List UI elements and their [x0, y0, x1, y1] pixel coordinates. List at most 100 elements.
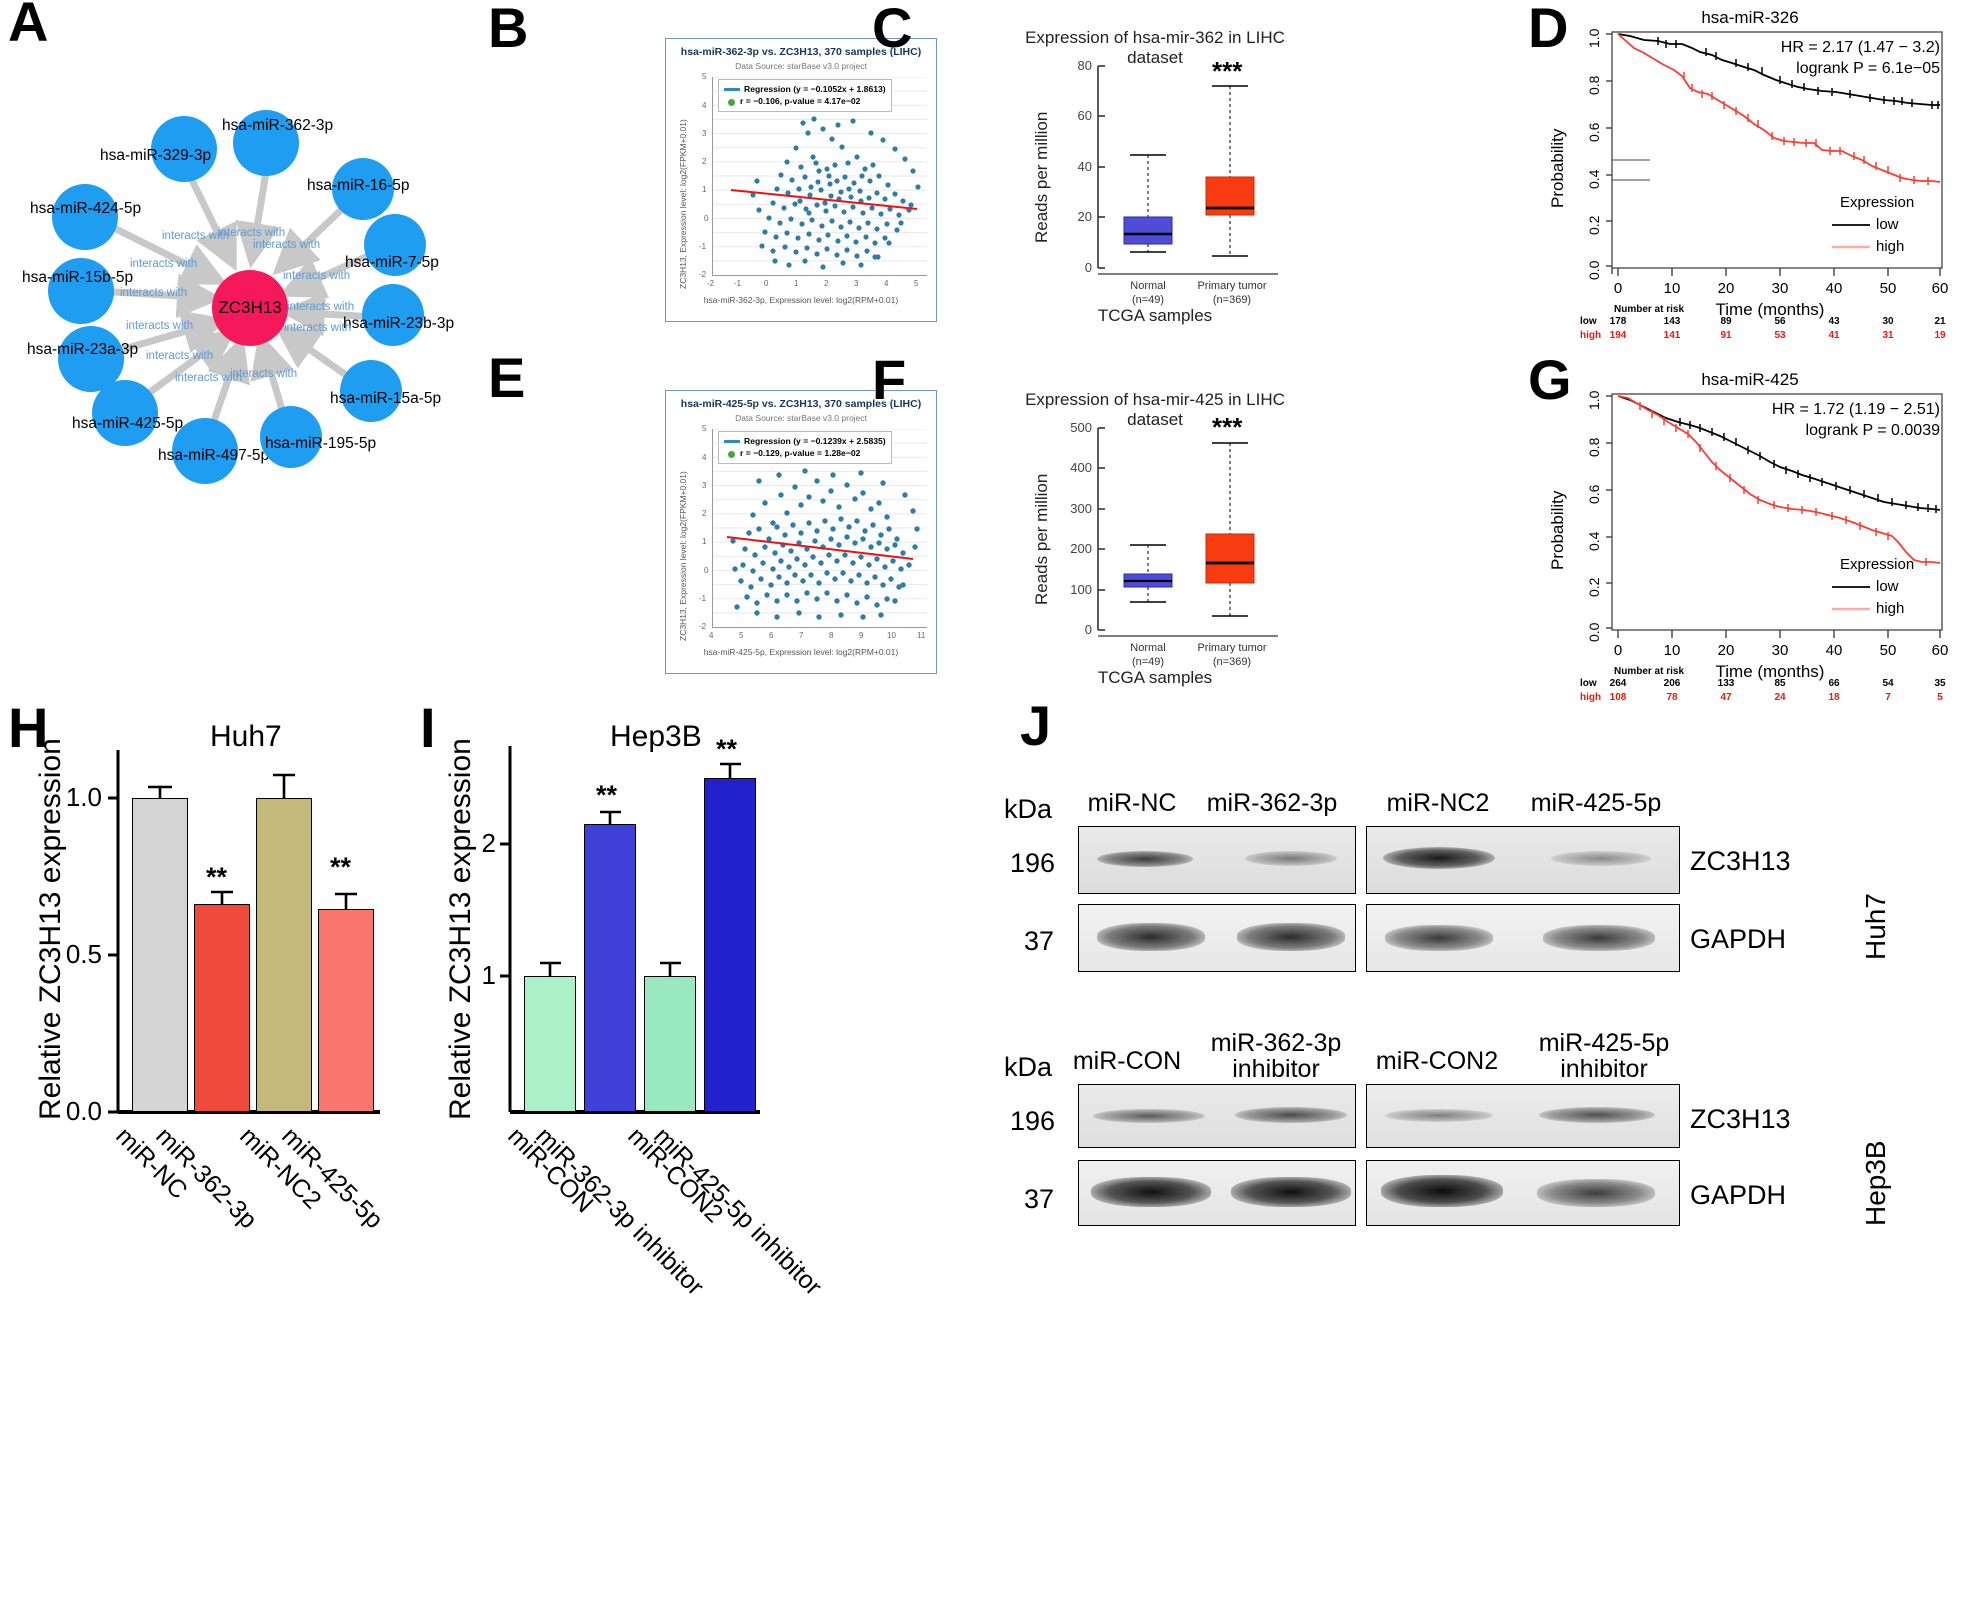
risk-value: 5	[1937, 692, 1943, 703]
legend-correlation-row: r = −0.129, p-value = 1.28e−02	[724, 447, 886, 459]
bar	[132, 798, 188, 1112]
network-node-label: hsa-miR-497-5p	[158, 447, 270, 464]
edge-label: interacts with	[120, 287, 188, 299]
panel-a-network: hsa-miR-329-3p hsa-miR-362-3p hsa-miR-16…	[0, 0, 480, 520]
protein-label: ZC3H13	[1690, 1104, 1791, 1134]
network-node-label: hsa-miR-23a-3p	[27, 341, 139, 358]
y-tick: 1.0	[65, 782, 102, 812]
x-tick: 0	[1613, 280, 1623, 297]
cell-line-label-hep3b: Hep3B	[1860, 1140, 1891, 1226]
y-tick: 0.2	[1586, 577, 1602, 597]
legend-correlation-row: r = −0.106, p-value = 4.17e−02	[724, 95, 886, 107]
y-tick: 200	[1070, 541, 1092, 556]
y-tick: 100	[1070, 582, 1092, 597]
group-name: Normal	[1130, 280, 1166, 292]
lane-label-line2: inhibitor	[1560, 1055, 1648, 1084]
y-tick: 5	[702, 424, 707, 433]
y-tick: 2	[702, 509, 707, 518]
y-tick: 0.4	[1586, 169, 1602, 189]
lane-label: miR-CON2	[1375, 1047, 1499, 1075]
bar	[256, 798, 312, 1112]
network-hub-node-zc3h13[interactable]: ZC3H13	[212, 270, 288, 346]
significance-marker: ***	[1212, 412, 1243, 442]
risk-value: 206	[1663, 678, 1681, 689]
protein-label: GAPDH	[1690, 924, 1787, 954]
risk-value: 30	[1882, 316, 1894, 327]
lane-label: miR-CON	[1072, 1047, 1182, 1075]
risk-row-label-high: high	[1580, 692, 1602, 703]
risk-value: 56	[1774, 316, 1786, 327]
risk-value: 141	[1663, 330, 1681, 341]
blot-band-zc3h13-huh7-right	[1366, 826, 1680, 894]
blot-band-gapdh-huh7-left	[1078, 904, 1356, 972]
lane-label: miR-NC2	[1386, 789, 1490, 817]
risk-value: 43	[1828, 316, 1840, 327]
y-tick: 5	[702, 72, 707, 81]
x-tick: 30	[1771, 642, 1789, 659]
y-tick: 0	[1084, 622, 1092, 637]
edge-label: interacts with	[287, 301, 355, 313]
y-tick: 0.0	[1586, 622, 1602, 642]
network-node-label: hsa-miR-15b-5p	[22, 269, 134, 286]
panel-label-B: B	[488, 0, 529, 59]
network-node[interactable]	[48, 258, 114, 324]
blot-band-zc3h13-hep3b-left	[1078, 1084, 1356, 1148]
lane-label: miR-362-3p	[1206, 789, 1338, 817]
significance-marker: ***	[1212, 56, 1243, 86]
panel-label-C: C	[872, 0, 913, 59]
lane-label: miR-362-3p inhibitor	[1196, 1030, 1356, 1083]
risk-value: 24	[1774, 692, 1786, 703]
bar	[524, 976, 576, 1112]
x-tick: 6	[769, 631, 774, 640]
lane-label: miR-425-5p	[1530, 789, 1662, 817]
risk-value: 66	[1828, 678, 1840, 689]
edge-label: interacts with	[230, 368, 298, 380]
legend-correlation-label: r = −0.129, p-value = 1.28e−02	[740, 448, 861, 459]
x-tick: 60	[1931, 280, 1949, 297]
y-tick: 0.0	[1586, 260, 1602, 280]
risk-value: 54	[1882, 678, 1894, 689]
cell-line-label-huh7: Huh7	[1860, 893, 1891, 960]
y-tick: 1.0	[1586, 28, 1602, 48]
y-tick: 20	[1077, 209, 1092, 224]
chart-subtitle: Data Source: starBase v3.0 project	[735, 61, 867, 71]
x-tick: 10	[1663, 642, 1681, 659]
risk-value: 264	[1609, 678, 1627, 689]
y-tick: 500	[1070, 420, 1092, 435]
x-axis-label: TCGA samples	[1097, 306, 1213, 325]
risk-value: 108	[1609, 692, 1627, 703]
edge-label: interacts with	[253, 239, 321, 251]
legend-regression-label: Regression (y = −0.1052x + 1.8613)	[744, 84, 886, 94]
legend-item-low: low	[1876, 216, 1899, 233]
risk-value: 19	[1934, 330, 1946, 341]
y-tick: 80	[1077, 58, 1092, 73]
network-node-label: hsa-miR-424-5p	[30, 200, 142, 217]
x-tick: 50	[1879, 280, 1897, 297]
group-n: (n=49)	[1131, 655, 1165, 668]
y-tick: 0.6	[1586, 122, 1602, 142]
lane-label-line1: miR-362-3p	[1210, 1029, 1342, 1057]
y-tick: 0.5	[65, 939, 102, 969]
y-tick: 1.0	[1586, 390, 1602, 410]
x-tick: 4	[884, 279, 889, 288]
panel-e-scatter: hsa-miR-425-5p vs. ZC3H13, 370 samples (…	[665, 390, 937, 674]
group-n: (n=369)	[1212, 293, 1252, 306]
x-tick: 4	[709, 631, 714, 640]
x-tick: 5	[739, 631, 744, 640]
y-tick: 0.0	[65, 1096, 102, 1126]
lane-label: miR-NC	[1087, 789, 1177, 817]
y-tick: -2	[699, 270, 707, 279]
y-axis-label: ZC3H13, Expression level: log2(FPKM+0.01…	[678, 471, 688, 641]
risk-value: 31	[1882, 330, 1894, 341]
legend-regression-row: Regression (y = −0.1239x + 2.5835)	[724, 435, 886, 447]
y-tick: 60	[1077, 108, 1092, 123]
panel-label-F: F	[872, 348, 907, 411]
y-tick: 0	[1084, 260, 1092, 275]
network-node-label: hsa-miR-329-3p	[100, 147, 212, 164]
risk-value: 7	[1885, 692, 1891, 703]
blot-band-zc3h13-huh7-left	[1078, 826, 1356, 894]
lane-label: miR-425-5p inhibitor	[1524, 1030, 1684, 1083]
bar	[584, 824, 636, 1112]
blot-band-zc3h13-hep3b-right	[1366, 1084, 1680, 1148]
network-node[interactable]	[92, 380, 158, 446]
